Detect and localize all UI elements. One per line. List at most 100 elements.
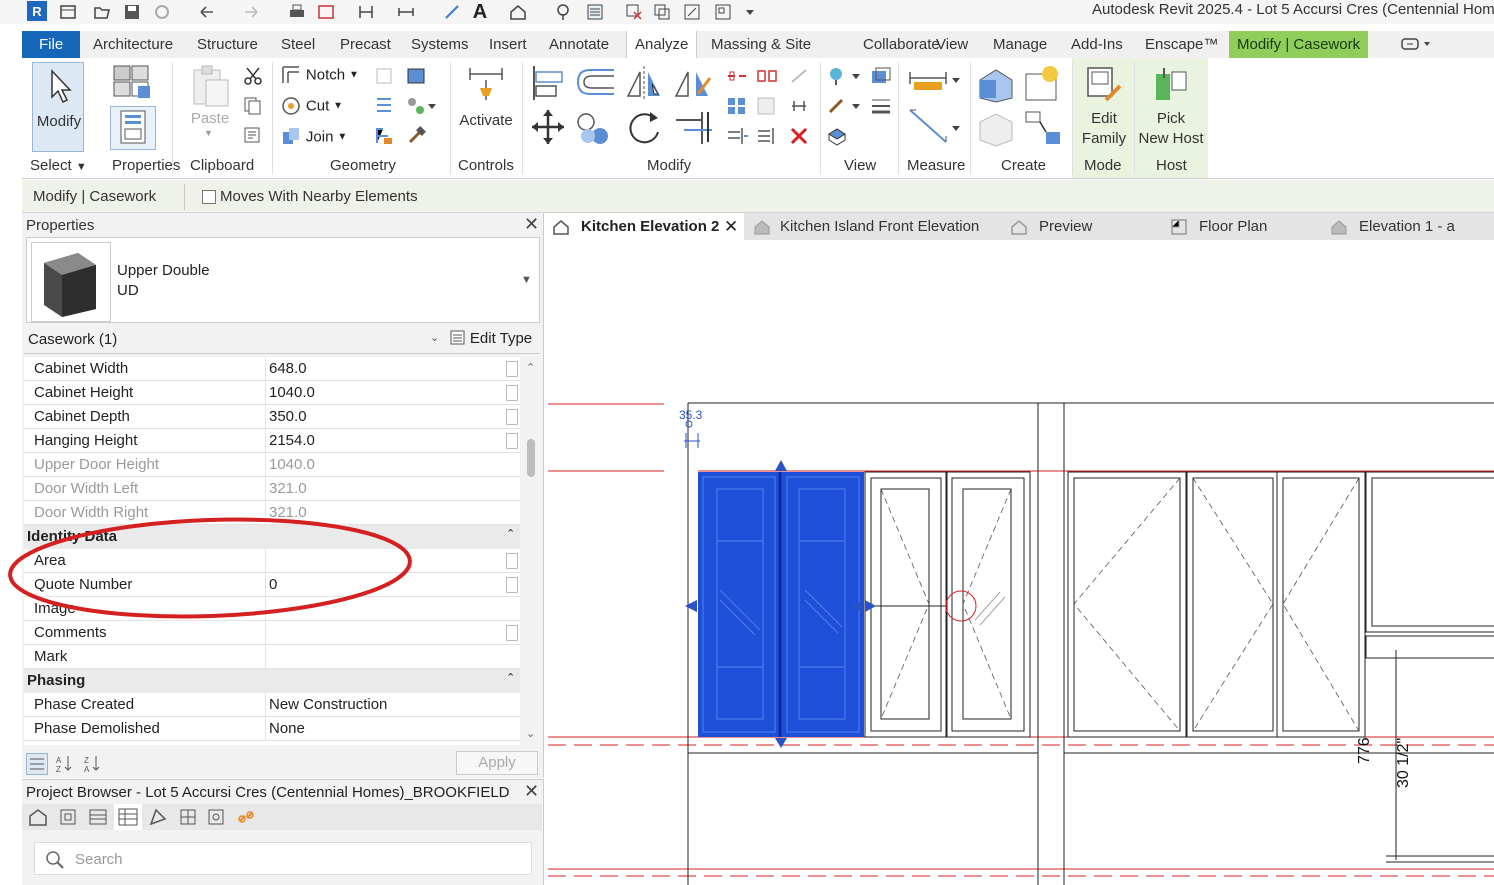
tab-enscape[interactable]: Enscape™: [1137, 31, 1226, 58]
instance-filter[interactable]: Casework (1): [28, 331, 117, 348]
tab-steel[interactable]: Steel: [273, 31, 323, 58]
collapse-icon[interactable]: ⌃: [506, 671, 515, 684]
split-gap-icon[interactable]: [756, 66, 778, 86]
tab-modify-casework[interactable]: Modify | Casework: [1229, 31, 1369, 58]
undo-icon[interactable]: [196, 2, 216, 22]
tab-annotate[interactable]: Annotate: [541, 31, 617, 58]
sort-descending-icon[interactable]: ZA: [82, 753, 104, 775]
cut-scissors-icon[interactable]: [243, 66, 263, 86]
browser-search-input[interactable]: Search: [34, 842, 532, 875]
create-parts-icon[interactable]: [1022, 64, 1064, 104]
section-icon[interactable]: [553, 2, 573, 22]
param-value-input[interactable]: New Construction: [269, 696, 387, 713]
tab-massing-site[interactable]: Massing & Site: [703, 31, 819, 58]
ribbon-minimize-icon[interactable]: [1400, 36, 1436, 52]
print-icon[interactable]: [287, 2, 307, 22]
param-value-input[interactable]: 350.0: [269, 408, 307, 425]
view-tab-elevation-1-a[interactable]: Elevation 1 - a: [1328, 213, 1494, 240]
scrollbar-thumb[interactable]: [527, 439, 535, 477]
panel-select[interactable]: Select ▼: [30, 157, 87, 174]
modify-button[interactable]: Modify: [32, 62, 84, 152]
associate-param-button[interactable]: [506, 553, 518, 569]
override-graphics-icon[interactable]: [826, 66, 866, 86]
tab-file[interactable]: File: [22, 31, 81, 58]
selected-cabinet[interactable]: [685, 460, 876, 748]
sort-ascending-icon[interactable]: AZ: [54, 753, 76, 775]
browser-groups-icon[interactable]: [178, 807, 198, 830]
pick-new-host-button[interactable]: Pick New Host: [1136, 62, 1206, 152]
edit-type-button[interactable]: Edit Type: [450, 329, 532, 351]
scroll-up-icon[interactable]: ⌃: [526, 361, 535, 374]
browser-zoom-icon[interactable]: [58, 807, 78, 830]
qat-dropdown-icon[interactable]: [740, 2, 760, 22]
tab-systems[interactable]: Systems: [403, 31, 477, 58]
instance-filter-chevron-icon[interactable]: ⌄: [430, 331, 439, 344]
project-browser-close-icon[interactable]: ✕: [524, 781, 539, 802]
mirror-pick-axis-icon[interactable]: [624, 64, 664, 102]
move-icon[interactable]: [530, 108, 566, 146]
dimension-qat-icon[interactable]: [396, 2, 416, 22]
browser-families-icon[interactable]: [148, 807, 168, 830]
associate-param-button[interactable]: [506, 577, 518, 593]
create-assembly-icon[interactable]: [976, 64, 1016, 104]
group-phasing[interactable]: Phasing ⌃: [24, 669, 520, 693]
tab-add-ins[interactable]: Add-Ins: [1063, 31, 1131, 58]
revit-logo-icon[interactable]: R: [27, 1, 47, 21]
array-icon[interactable]: [726, 96, 748, 116]
delete-icon[interactable]: [788, 126, 810, 146]
param-value-input[interactable]: 2154.0: [269, 432, 315, 449]
trim-extend-icon[interactable]: [672, 108, 716, 146]
browser-sheets-icon[interactable]: [88, 807, 108, 830]
default-3d-icon[interactable]: [682, 2, 702, 22]
tab-structure[interactable]: Structure: [189, 31, 266, 58]
associate-param-button[interactable]: [506, 433, 518, 449]
tab-precast[interactable]: Precast: [332, 31, 399, 58]
view-tab-preview[interactable]: Preview: [1008, 213, 1128, 240]
offset-icon[interactable]: [574, 64, 618, 102]
cope-icon[interactable]: [374, 66, 394, 86]
wall-joins-icon[interactable]: [406, 66, 426, 86]
line-weights-icon[interactable]: [870, 96, 892, 116]
hide-element-icon[interactable]: [826, 126, 848, 146]
tab-manage[interactable]: Manage: [985, 31, 1055, 58]
associate-param-button[interactable]: [506, 361, 518, 377]
thin-lines-icon[interactable]: [585, 2, 605, 22]
measure-between-icon[interactable]: [906, 68, 962, 98]
hide-category-icon[interactable]: [870, 66, 892, 86]
hammer-icon[interactable]: [406, 126, 426, 146]
activate-button[interactable]: Activate: [454, 64, 518, 144]
tag-qat-icon[interactable]: [442, 2, 462, 22]
tab-insert[interactable]: Insert: [481, 31, 535, 58]
associate-param-button[interactable]: [506, 625, 518, 641]
open-icon[interactable]: [92, 2, 112, 22]
copy-modify-icon[interactable]: [574, 108, 614, 146]
properties-scrollbar[interactable]: ⌃ ⌄: [522, 357, 540, 745]
view-tab-floor-plan[interactable]: Floor Plan: [1168, 213, 1298, 240]
associate-param-button[interactable]: [506, 409, 518, 425]
properties-close-icon[interactable]: ✕: [524, 214, 539, 235]
scale-icon[interactable]: [756, 96, 778, 116]
split-element-icon[interactable]: [726, 66, 748, 86]
switch-windows-icon[interactable]: [652, 2, 672, 22]
sheet-icon[interactable]: [713, 2, 733, 22]
close-hidden-icon[interactable]: [624, 2, 644, 22]
align-icon[interactable]: [530, 64, 566, 102]
moves-with-nearby-checkbox[interactable]: [202, 190, 216, 204]
type-selector-dropdown-icon[interactable]: ▼: [521, 274, 532, 286]
view-tab-close-icon[interactable]: ✕: [724, 213, 738, 240]
scroll-down-icon[interactable]: ⌄: [526, 727, 535, 740]
apply-button[interactable]: Apply: [456, 751, 538, 775]
save-icon[interactable]: [122, 2, 142, 22]
linework-icon[interactable]: [826, 96, 866, 116]
associate-param-button[interactable]: [506, 385, 518, 401]
match-properties-icon[interactable]: [243, 126, 263, 146]
export-icon[interactable]: [316, 2, 336, 22]
join-button[interactable]: Join ▼: [280, 126, 347, 148]
collapse-icon[interactable]: ⌃: [506, 527, 515, 540]
param-value-input[interactable]: 1040.0: [269, 384, 315, 401]
sort-categorized-icon[interactable]: [26, 753, 48, 775]
copy-icon[interactable]: [243, 96, 263, 116]
tab-architecture[interactable]: Architecture: [85, 31, 181, 58]
tab-analyze[interactable]: Analyze: [626, 31, 698, 58]
view-tab-kitchen-island-front[interactable]: Kitchen Island Front Elevation: [751, 213, 981, 240]
